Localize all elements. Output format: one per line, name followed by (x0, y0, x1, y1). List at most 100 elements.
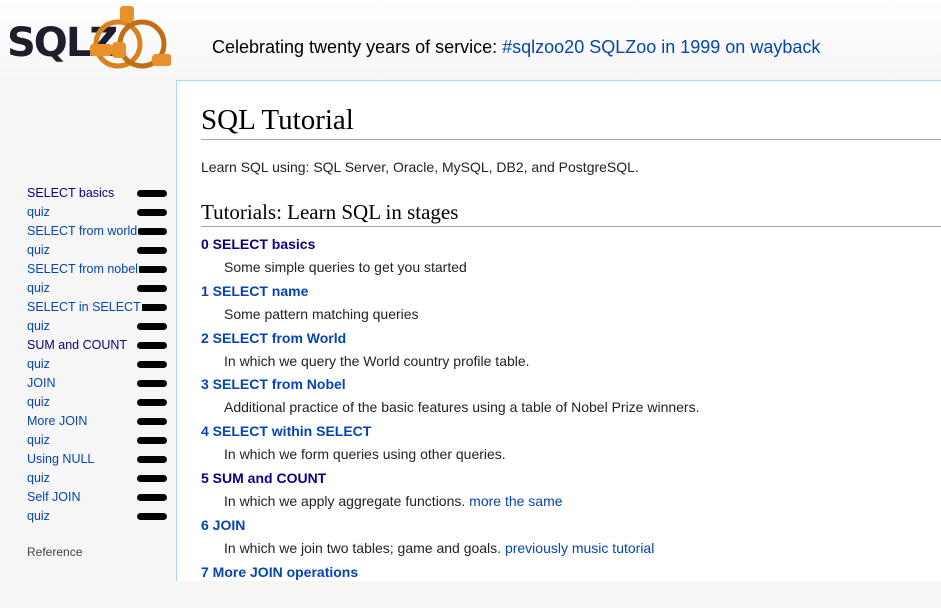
progress-pill-icon (137, 285, 167, 292)
progress-pill-icon (137, 494, 167, 501)
sidebar-tutorial-link[interactable]: SELECT basics (27, 186, 116, 200)
tutorial-description-text: In which we apply aggregate functions. (224, 492, 466, 509)
tutorial-description-text: Some simple queries to get you started (224, 259, 467, 275)
sidebar-item: Using NULL (27, 452, 172, 471)
tutorial-extra-link[interactable]: more the same (469, 493, 562, 509)
sidebar-item: quiz (27, 319, 172, 338)
sidebar-tutorial-link[interactable]: Using NULL (27, 452, 96, 466)
tutorial-description: In which we apply aggregate functions. m… (201, 488, 700, 514)
tutorial-link[interactable]: 6 JOIN (201, 515, 700, 535)
sidebar-item: quiz (27, 357, 172, 376)
tutorial-description: Some pattern matching queries (201, 301, 700, 327)
tutorial-item: 1 SELECT name Some pattern matching queri… (201, 281, 700, 328)
progress-pill-icon (137, 209, 167, 216)
tutorial-item: 5 SUM and COUNT In which we apply aggrega… (201, 468, 700, 515)
progress-pill-icon (137, 380, 167, 387)
tutorial-description: In which we query the World country prof… (201, 348, 700, 374)
logo-icon: SQLZ (7, 6, 172, 69)
site-header: SQLZ Celebrating twenty years of service… (0, 0, 941, 80)
tutorial-description-text: In which we join two tables; game and go… (224, 539, 502, 556)
tutorial-item: 4 SELECT within SELECT In which we form q… (201, 421, 700, 468)
progress-pill-icon (137, 361, 167, 368)
logo-animal-2 (112, 42, 126, 58)
sidebar-item: SUM and COUNT (27, 338, 172, 357)
sidebar-quiz-link[interactable]: quiz (27, 509, 51, 523)
sidebar-item: SELECT from nobel (27, 262, 172, 281)
tutorial-item: 6 JOIN In which we join two tables; game … (201, 515, 700, 562)
logo-animal-1 (90, 44, 112, 56)
anniversary-banner: Celebrating twenty years of service: #sq… (212, 37, 820, 58)
progress-pill-icon (137, 475, 167, 482)
progress-pill-icon (137, 342, 167, 349)
progress-pill-icon (137, 266, 167, 273)
sidebar-quiz-link[interactable]: quiz (27, 433, 51, 447)
sidebar-quiz-link[interactable]: quiz (27, 205, 51, 219)
sidebar-item: JOIN (27, 376, 172, 395)
tutorial-item: 0 SELECT basics Some simple queries to ge… (201, 234, 700, 281)
tutorial-description-text: In which we form queries using other que… (224, 446, 506, 463)
tutorial-description-text: Additional practice of the basic feature… (224, 399, 700, 416)
progress-pill-icon (137, 190, 167, 197)
sidebar-tutorial-link[interactable]: SELECT in SELECT (27, 300, 142, 314)
sidebar-tutorial-link[interactable]: SELECT from world (27, 224, 139, 238)
tutorial-description-text: In which we query the World country prof… (224, 352, 530, 369)
sidebar-tutorial-link[interactable]: Self JOIN (27, 490, 82, 504)
sidebar-item: SELECT basics (27, 186, 172, 205)
tutorial-description: Additional practice of the basic feature… (201, 394, 700, 420)
sidebar-tutorial-link[interactable]: SUM and COUNT (27, 338, 129, 352)
logo-animal-3 (152, 54, 172, 66)
sidebar-item: quiz (27, 509, 172, 528)
main-content: SQL Tutorial Learn SQL using: SQL Server… (176, 80, 941, 581)
tutorial-description-text: Some pattern matching queries (224, 305, 419, 322)
sidebar-reference-heading: Reference (27, 545, 83, 559)
sidebar-item: quiz (27, 243, 172, 262)
intro-text: Learn SQL using: SQL Server, Oracle, MyS… (201, 159, 639, 175)
progress-pill-icon (137, 513, 167, 520)
sidebar-quiz-link[interactable]: quiz (27, 243, 51, 257)
sidebar-item: quiz (27, 395, 172, 414)
progress-pill-icon (137, 323, 167, 330)
sidebar-tutorial-link[interactable]: More JOIN (27, 414, 89, 428)
sidebar-nav: SELECT basics quiz SELECT from world quiz SE… (27, 186, 172, 528)
tutorial-link[interactable]: 1 SELECT name (201, 281, 700, 301)
tutorial-link[interactable]: 4 SELECT within SELECT (201, 421, 700, 441)
sidebar-quiz-link[interactable]: quiz (27, 281, 51, 295)
sidebar-item: SELECT from world (27, 224, 172, 243)
tutorial-link[interactable]: 2 SELECT from World (201, 328, 700, 348)
sqlzoo-logo[interactable]: SQLZ (6, 4, 172, 72)
progress-pill-icon (137, 418, 167, 425)
progress-pill-icon (137, 228, 167, 235)
sidebar-tutorial-link[interactable]: SELECT from nobel (27, 262, 139, 276)
sidebar-quiz-link[interactable]: quiz (27, 357, 51, 371)
logo-animal-top (120, 6, 134, 22)
sidebar-item: quiz (27, 471, 172, 490)
sidebar-quiz-link[interactable]: quiz (27, 471, 51, 485)
sidebar-tutorial-link[interactable]: JOIN (27, 376, 57, 390)
progress-pill-icon (137, 437, 167, 444)
sidebar-item: quiz (27, 205, 172, 224)
sidebar: SELECT basics quiz SELECT from world quiz SE… (0, 80, 176, 569)
section-heading: Tutorials: Learn SQL in stages (201, 199, 941, 227)
tutorial-link[interactable]: 0 SELECT basics (201, 234, 700, 254)
sidebar-item: quiz (27, 433, 172, 452)
banner-link[interactable]: #sqlzoo20 SQLZoo in 1999 on wayback (502, 37, 820, 57)
tutorial-link[interactable]: 7 More JOIN operations (201, 562, 700, 582)
tutorial-item: 3 SELECT from Nobel Additional practice o… (201, 374, 700, 421)
tutorial-list: 0 SELECT basics Some simple queries to ge… (201, 234, 700, 608)
tutorial-extra-link[interactable]: previously music tutorial (505, 540, 654, 556)
progress-pill-icon (137, 399, 167, 406)
sidebar-quiz-link[interactable]: quiz (27, 319, 51, 333)
tutorial-description: Some simple queries to get you started (201, 254, 700, 280)
sidebar-item: SELECT in SELECT (27, 300, 172, 319)
tutorial-link[interactable]: 5 SUM and COUNT (201, 468, 700, 488)
progress-pill-icon (137, 456, 167, 463)
sidebar-item: quiz (27, 281, 172, 300)
tutorial-description: In which we form queries using other que… (201, 441, 700, 467)
tutorial-item: 2 SELECT from World In which we query the… (201, 328, 700, 375)
sidebar-item: More JOIN (27, 414, 172, 433)
tutorial-link[interactable]: 3 SELECT from Nobel (201, 374, 700, 394)
page-title: SQL Tutorial (201, 103, 941, 140)
sidebar-quiz-link[interactable]: quiz (27, 395, 51, 409)
progress-pill-icon (137, 247, 167, 254)
sidebar-item: Self JOIN (27, 490, 172, 509)
